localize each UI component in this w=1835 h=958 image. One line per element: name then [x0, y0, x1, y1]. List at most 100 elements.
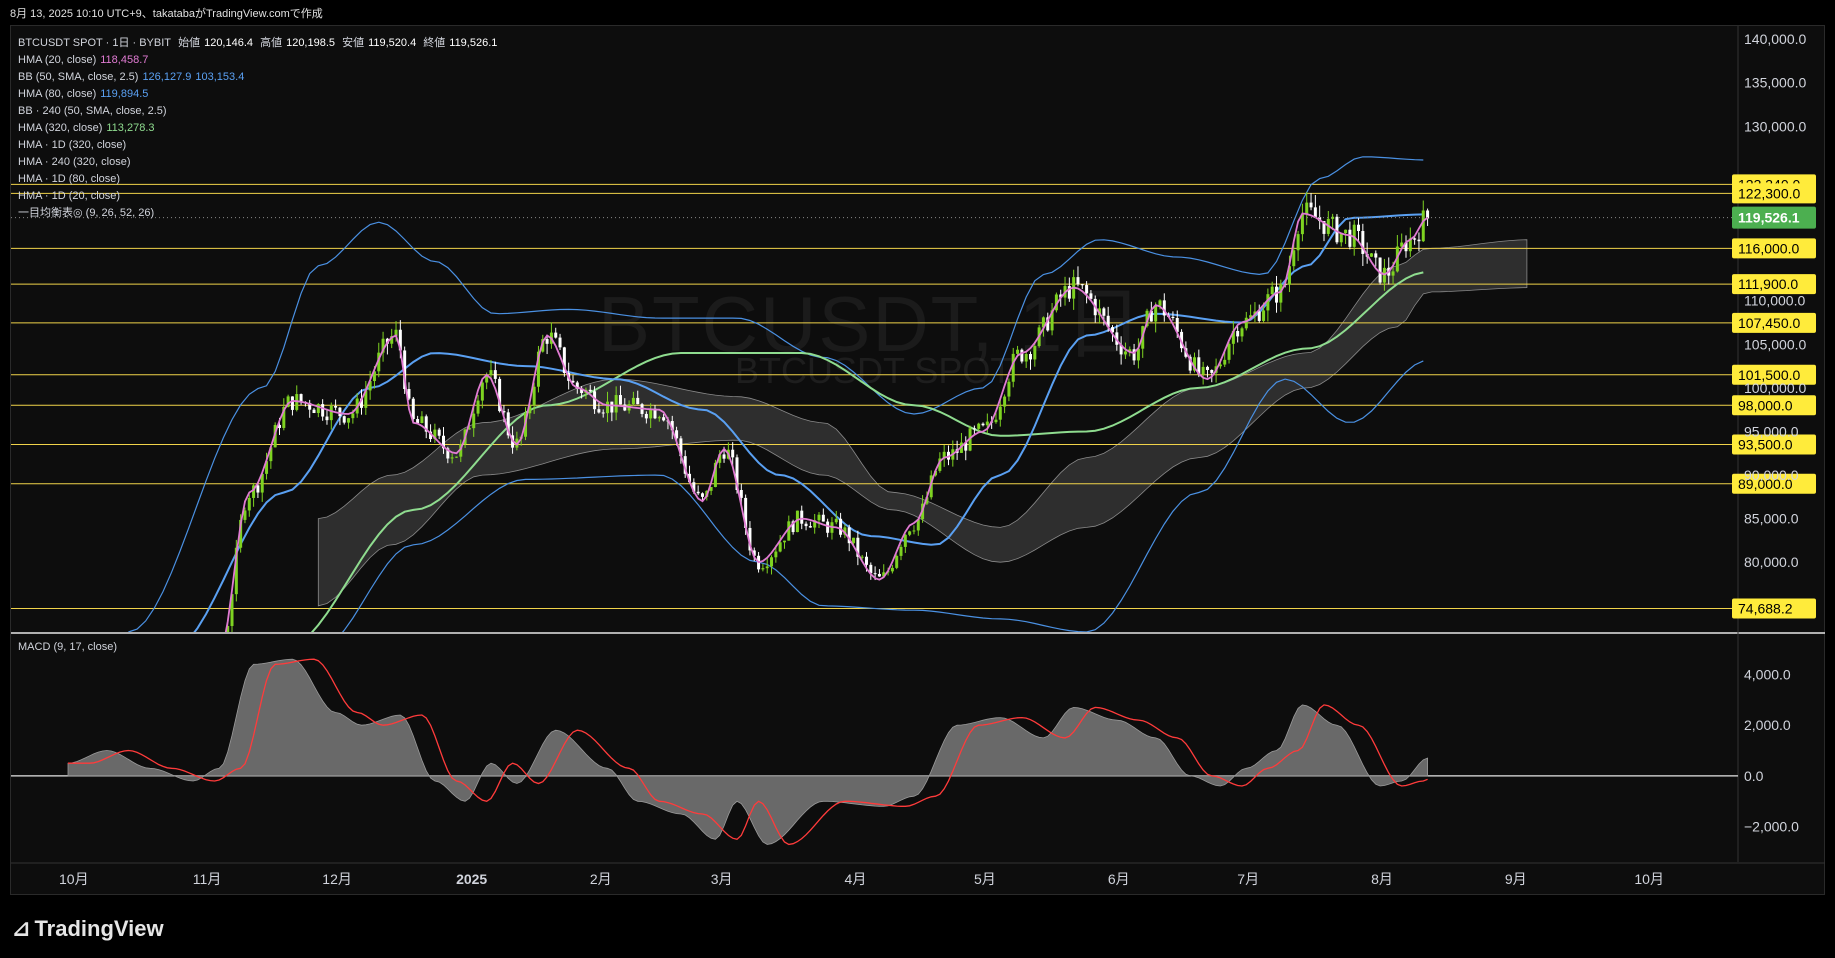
- candle-body: [1158, 300, 1162, 306]
- legend-hma80-name: HMA (80, close): [18, 88, 97, 100]
- candle-body: [1016, 349, 1020, 354]
- x-axis-label: 9月: [1505, 871, 1527, 887]
- x-axis-label: 2月: [590, 871, 612, 887]
- candle-body: [338, 407, 342, 417]
- candle-body: [144, 663, 147, 667]
- legend-close: 119,526.1: [449, 37, 498, 49]
- candle-body: [411, 398, 415, 420]
- candle-body: [597, 409, 601, 413]
- candle-body: [213, 647, 216, 655]
- candle-body: [416, 419, 420, 424]
- candle-body: [187, 654, 190, 664]
- candle-body: [1369, 253, 1373, 257]
- candle-body: [1154, 305, 1158, 322]
- candle-body: [329, 405, 333, 421]
- legend-hma1d-80-name: HMA · 1D (80, close): [18, 173, 121, 185]
- candle-body: [450, 457, 454, 459]
- candle-body: [166, 666, 169, 668]
- legend-open-label: 始値: [178, 37, 201, 49]
- legend-hma320-name: HMA (320, close): [18, 122, 103, 134]
- candle-body: [1080, 284, 1084, 286]
- candle-body: [131, 667, 134, 671]
- candle-body: [834, 518, 838, 523]
- legend-hma1d-320-name: HMA · 1D (320, close): [18, 139, 127, 151]
- candle-body: [895, 555, 899, 568]
- candle-body: [770, 557, 774, 567]
- candle-body: [1417, 239, 1421, 242]
- macd-tick-label: 0.0: [1744, 768, 1764, 784]
- brand-name: TradingView: [34, 916, 164, 941]
- legend-hma1d-80[interactable]: HMA · 1D (80, close): [18, 171, 501, 188]
- candle-body: [774, 551, 778, 558]
- x-axis-label: 3月: [711, 871, 733, 887]
- candle-body: [985, 421, 989, 426]
- candle-body: [1262, 310, 1266, 321]
- candle-body: [731, 449, 735, 458]
- price-tick-label: 130,000.0: [1744, 118, 1806, 134]
- candle-body: [454, 456, 458, 458]
- candle-body: [623, 404, 627, 411]
- legend-symbol[interactable]: BTCUSDT SPOT · 1日 · BYBIT: [18, 37, 171, 49]
- candle-body: [1205, 366, 1209, 370]
- candle-body: [804, 523, 808, 527]
- candle-body: [493, 370, 497, 379]
- legend-bb240[interactable]: BB · 240 (50, SMA, close, 2.5): [18, 103, 501, 120]
- candle-body: [1374, 253, 1378, 258]
- legend-hma1d-20[interactable]: HMA · 1D (20, close): [18, 188, 501, 205]
- candle-body: [351, 413, 355, 419]
- candle-body: [877, 573, 881, 577]
- legend-hma1d-20-name: HMA · 1D (20, close): [18, 190, 121, 202]
- candle-body: [696, 491, 700, 494]
- legend-ichimoku[interactable]: 一目均衡表◎ (9, 26, 52, 26): [18, 205, 501, 222]
- candle-body: [1102, 308, 1106, 316]
- candle-body: [1413, 238, 1417, 240]
- x-axis-label: 7月: [1237, 871, 1259, 887]
- indicator-legend: BTCUSDT SPOT · 1日 · BYBIT 始値 120,146.4 高値…: [18, 35, 501, 222]
- legend-hma80-value: 119,894.5: [100, 88, 149, 100]
- candle-body: [821, 514, 825, 522]
- candle-body: [1378, 257, 1382, 283]
- candle-body: [170, 658, 173, 666]
- candle-body: [256, 485, 260, 493]
- macd-label[interactable]: MACD (9, 17, close): [18, 641, 117, 653]
- candle-body: [200, 653, 203, 654]
- candle-body: [765, 566, 769, 569]
- candle-body: [1028, 354, 1032, 360]
- level-label: 116,000.0: [1738, 240, 1799, 256]
- candle-body: [316, 404, 320, 414]
- legend-hma80[interactable]: HMA (80, close) 119,894.5: [18, 86, 501, 103]
- tradingview-logo[interactable]: ⊿ TradingView: [12, 916, 164, 942]
- candle-body: [1296, 234, 1300, 251]
- candle-body: [420, 416, 424, 424]
- candle-body: [722, 454, 726, 459]
- legend-hma240-320[interactable]: HMA · 240 (320, close): [18, 154, 501, 171]
- candle-body: [321, 404, 325, 417]
- legend-high: 120,198.5: [286, 37, 336, 49]
- candle-body: [1313, 207, 1317, 218]
- legend-hma20[interactable]: HMA (20, close) 118,458.7: [18, 52, 501, 69]
- price-tick-label: 100,000.0: [1744, 380, 1806, 396]
- candle-body: [1305, 202, 1309, 215]
- legend-low: 119,520.4: [368, 37, 417, 49]
- candle-body: [636, 397, 640, 405]
- candle-body: [1085, 285, 1089, 294]
- legend-bb[interactable]: BB (50, SMA, close, 2.5) 126,127.9 103,153…: [18, 69, 501, 86]
- macd-tick-label: 4,000.0: [1744, 666, 1791, 682]
- candle-body: [1020, 349, 1024, 362]
- candle-body: [1309, 202, 1313, 208]
- candle-body: [1033, 346, 1037, 360]
- legend-bb-upper: 126,127.9: [142, 71, 192, 83]
- x-axis-label: 5月: [974, 871, 996, 887]
- candle-body: [157, 663, 160, 670]
- legend-hma1d-320[interactable]: HMA · 1D (320, close): [18, 137, 501, 154]
- candle-body: [299, 394, 303, 402]
- candle-body: [161, 668, 164, 670]
- legend-hma320[interactable]: HMA (320, close) 113,278.3: [18, 120, 501, 137]
- x-axis-label: 4月: [845, 871, 867, 887]
- candle-body: [800, 510, 804, 524]
- price-tick-label: 80,000.0: [1744, 554, 1799, 570]
- candle-body: [903, 534, 907, 547]
- candle-body: [480, 382, 484, 401]
- level-label: 74,688.2: [1738, 601, 1793, 617]
- x-axis-label: 10月: [1634, 871, 1664, 887]
